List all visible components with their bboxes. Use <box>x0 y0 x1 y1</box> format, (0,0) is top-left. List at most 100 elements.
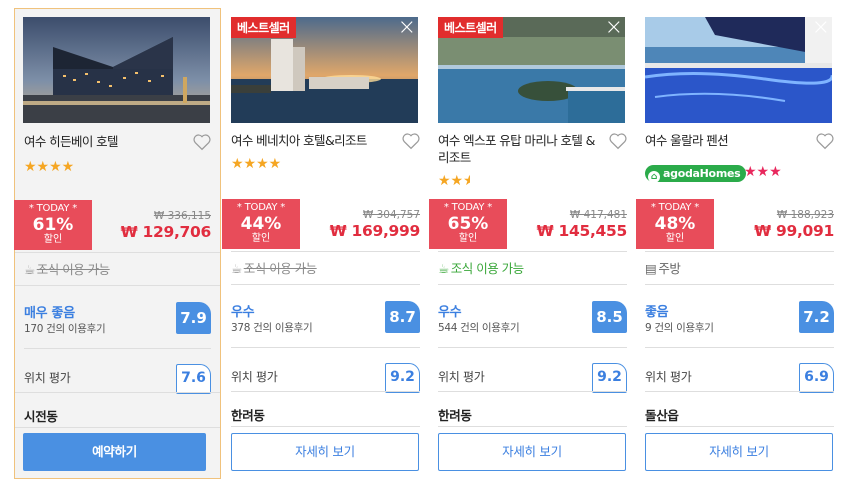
review-count[interactable]: 378 건의 이용후기 <box>231 320 313 335</box>
review-rating-label: 우수 <box>438 305 462 320</box>
amenity: ▤ 주방 <box>645 258 681 277</box>
divider <box>15 285 220 286</box>
divider <box>15 252 220 253</box>
details-button[interactable]: 자세히 보기 <box>231 433 419 471</box>
hotel-photo[interactable]: 베스트셀러 × <box>438 17 625 123</box>
close-icon[interactable]: × <box>398 17 416 39</box>
star-rating: ★★★★ <box>231 156 282 172</box>
heart-icon[interactable] <box>815 132 835 150</box>
heart-icon[interactable] <box>192 133 212 151</box>
amenity-label: 조식 이용 가능 <box>243 261 317 276</box>
review-score: 7.2 <box>799 301 834 333</box>
star-rating: ★★★★ <box>24 159 75 175</box>
hotel-card[interactable]: 여수 히든베이 호텔 ★★★★ * TODAY * 61% 할인 ₩ 336,1… <box>14 8 221 479</box>
divider <box>645 284 834 285</box>
location-score: 6.9 <box>799 363 834 393</box>
divider <box>231 251 420 252</box>
house-icon: ⌂ <box>648 171 660 183</box>
divider <box>438 251 627 252</box>
hotel-card[interactable]: 베스트셀러 × 여수 베네치아 호텔&리조트 ★★★★ * TODAY * 44… <box>222 8 429 479</box>
today-label: * TODAY * <box>236 202 286 213</box>
brand-label: agodaHomes <box>663 167 741 180</box>
book-button[interactable]: 예약하기 <box>23 433 206 471</box>
heart-icon[interactable] <box>608 132 628 150</box>
hotel-photo[interactable] <box>23 17 210 123</box>
review-rating-label: 좋음 <box>645 305 669 320</box>
divider <box>645 426 834 427</box>
amenity: ☕ 조식 이용 가능 <box>24 259 110 278</box>
coffee-cup-icon: ☕ <box>438 261 449 276</box>
discount-label: 할인 <box>458 233 478 244</box>
coffee-cup-icon: ☕ <box>24 262 35 277</box>
price: ₩ 145,455 <box>536 222 628 240</box>
price: ₩ 169,999 <box>329 222 421 240</box>
area-name: 시전동 <box>24 409 58 424</box>
divider <box>231 284 420 285</box>
original-price: ₩ 336,115 <box>153 210 211 222</box>
today-label: * TODAY * <box>28 203 78 214</box>
hotel-name[interactable]: 여수 히든베이 호텔 <box>24 133 184 150</box>
review-count[interactable]: 544 건의 이용후기 <box>438 320 520 335</box>
divider <box>645 347 834 348</box>
divider <box>231 426 420 427</box>
hotel-name[interactable]: 여수 엑스포 유탑 마리나 호텔 & 리조트 <box>438 132 598 166</box>
star-rating: ★★★ <box>438 173 471 189</box>
review-score: 8.7 <box>385 301 420 333</box>
hotel-card[interactable]: × 여수 울랄라 펜션 ⌂ agodaHomes ★★★ * TODAY * 48… <box>636 8 843 479</box>
amenity: ☕ 조식 이용 가능 <box>438 258 524 277</box>
divider <box>645 391 834 392</box>
divider <box>438 347 627 348</box>
location-score: 9.2 <box>592 363 627 393</box>
bestseller-badge: 베스트셀러 <box>438 17 503 38</box>
location-rating-label: 위치 평가 <box>438 370 485 384</box>
close-icon[interactable]: × <box>605 17 623 39</box>
amenity-label: 조식 이용 가능 <box>450 261 524 276</box>
half-star-icon: ★ <box>463 173 471 189</box>
close-icon[interactable]: × <box>812 17 830 39</box>
divider <box>438 426 627 427</box>
review-score: 7.9 <box>176 302 211 334</box>
review-rating-label: 우수 <box>231 305 255 320</box>
hotel-photo[interactable]: × <box>645 17 832 123</box>
hotel-card-row: 여수 히든베이 호텔 ★★★★ * TODAY * 61% 할인 ₩ 336,1… <box>0 0 843 487</box>
amenity: ☕ 조식 이용 가능 <box>231 258 317 277</box>
today-label: * TODAY * <box>650 202 700 213</box>
area-name: 한려동 <box>231 408 265 423</box>
deal-badge: * TODAY * 65% 할인 <box>429 199 507 249</box>
deal-badge: * TODAY * 44% 할인 <box>222 199 300 249</box>
divider <box>15 392 220 393</box>
hotel-photo[interactable]: 베스트셀러 × <box>231 17 418 123</box>
review-score: 8.5 <box>592 301 627 333</box>
agoda-homes-badge: ⌂ agodaHomes <box>645 165 747 183</box>
review-count[interactable]: 170 건의 이용후기 <box>24 321 106 336</box>
review-count[interactable]: 9 건의 이용후기 <box>645 320 714 335</box>
discount-percent: 44% <box>240 214 282 234</box>
location-rating-label: 위치 평가 <box>231 370 278 384</box>
hotel-card[interactable]: 베스트셀러 × 여수 엑스포 유탑 마리나 호텔 & 리조트 ★★★ * TOD… <box>429 8 636 479</box>
today-label: * TODAY * <box>443 202 493 213</box>
original-price: ₩ 304,757 <box>362 209 420 221</box>
discount-percent: 48% <box>654 214 696 234</box>
details-button[interactable]: 자세히 보기 <box>438 433 626 471</box>
heart-icon[interactable] <box>401 132 421 150</box>
location-score: 7.6 <box>176 364 211 394</box>
divider <box>231 347 420 348</box>
divider <box>438 284 627 285</box>
divider <box>231 391 420 392</box>
divider <box>645 251 834 252</box>
area-name: 한려동 <box>438 408 472 423</box>
discount-label: 할인 <box>251 233 271 244</box>
hotel-name[interactable]: 여수 베네치아 호텔&리조트 <box>231 132 391 149</box>
divider <box>24 348 211 349</box>
location-score: 9.2 <box>385 363 420 393</box>
price: ₩ 99,091 <box>754 222 834 240</box>
details-button[interactable]: 자세히 보기 <box>645 433 833 471</box>
kitchen-icon: ▤ <box>645 261 657 276</box>
hotel-name[interactable]: 여수 울랄라 펜션 <box>645 132 805 149</box>
amenity-label: 조식 이용 가능 <box>36 262 110 277</box>
divider <box>15 427 220 428</box>
original-price: ₩ 188,923 <box>776 209 834 221</box>
area-name: 돌산읍 <box>645 408 679 423</box>
deal-badge: * TODAY * 48% 할인 <box>636 199 714 249</box>
price: ₩ 129,706 <box>120 223 212 241</box>
